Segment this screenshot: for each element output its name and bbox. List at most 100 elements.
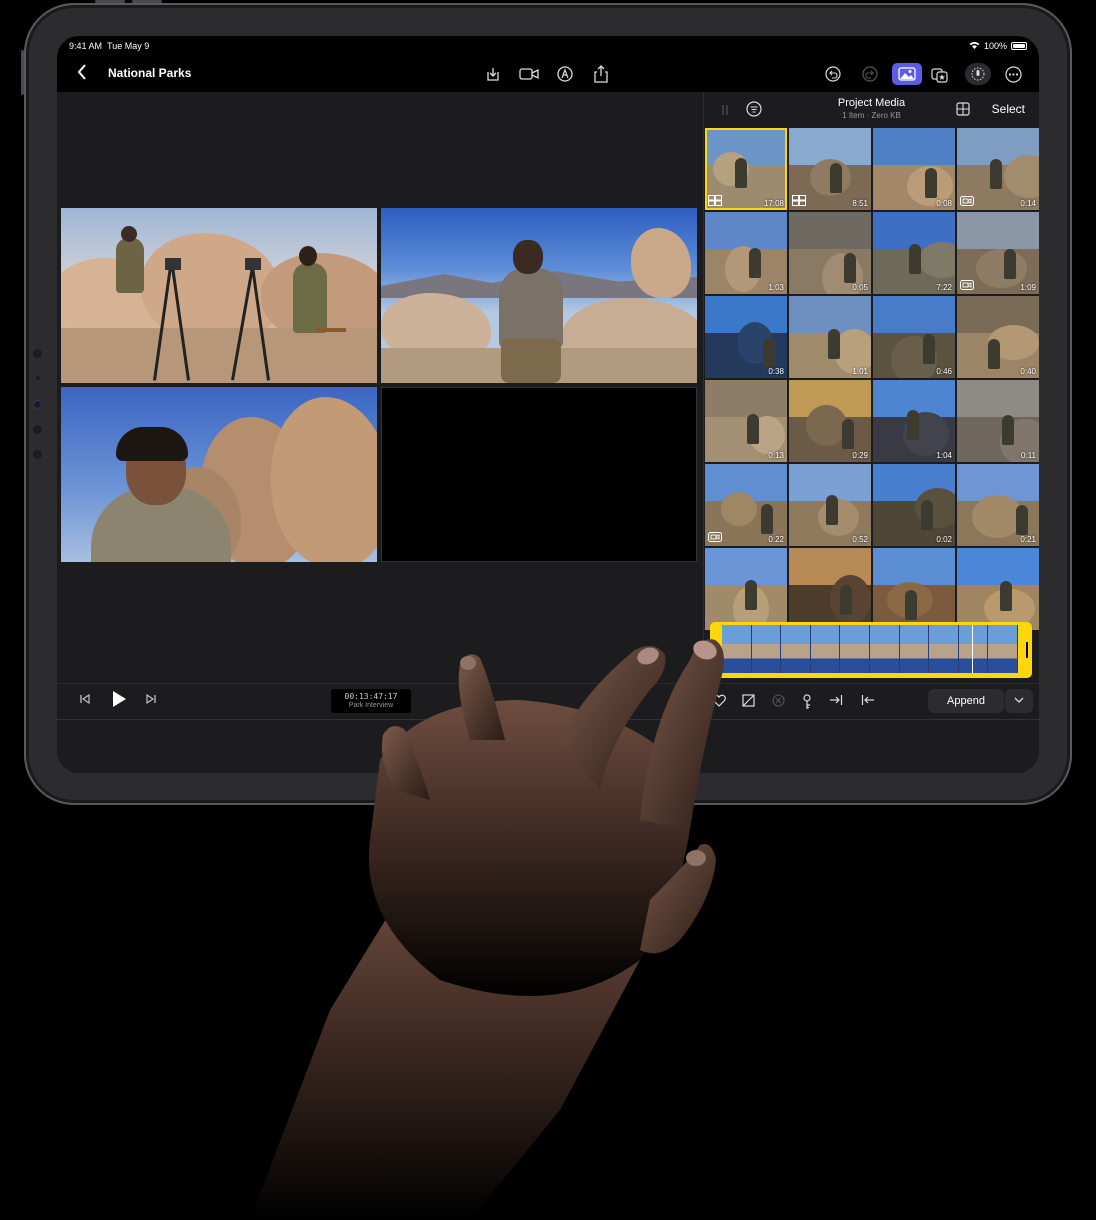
wifi-icon [969,41,980,51]
ipad-screen: 9:41 AM Tue May 9 100% National Parks 00… [57,36,1039,773]
select-button[interactable]: Select [992,102,1025,116]
camera-dot [33,425,42,434]
filmstrip-playhead [972,625,973,673]
insert-right-icon[interactable] [829,694,843,709]
camera-dot [33,349,42,358]
media-thumbnail[interactable]: 0:22 [705,464,787,546]
media-thumbnail[interactable]: 7:22 [873,212,955,294]
multicam-viewer[interactable] [57,92,703,683]
media-thumbnail[interactable] [789,548,871,630]
insert-left-icon[interactable] [861,694,875,709]
media-thumbnail[interactable] [957,548,1039,630]
camera-angle-3[interactable] [61,387,377,562]
video-camera-icon [960,280,974,292]
home-indicator [427,762,607,766]
clip-filmstrip[interactable] [710,622,1032,678]
browser-action-bar: Append [704,683,1039,719]
media-grid: 17:08 8:51 0:08 0:14 1:03 0:05 7:22 1:09 0:38 1:0… [705,128,1039,630]
media-thumbnail[interactable]: 0:40 [957,296,1039,378]
media-thumbnail[interactable] [873,548,955,630]
clip-duration: 0:05 [852,283,868,292]
redo-icon[interactable] [859,63,881,85]
append-options-chevron-icon[interactable] [1005,689,1033,713]
reject-icon[interactable] [742,694,755,710]
media-thumbnail[interactable]: 0:38 [705,296,787,378]
project-media-browser: Project Media 1 Item · Zero KB Select 17… [703,92,1039,719]
clip-duration: 1:01 [852,367,868,376]
filmstrip-frames [722,625,1018,673]
info-icon[interactable] [609,730,621,748]
clip-duration: 0:46 [936,367,952,376]
play-icon[interactable] [111,690,127,711]
status-bar: 9:41 AM Tue May 9 100% [57,36,1039,56]
media-thumbnail[interactable]: 0:13 [705,380,787,462]
media-thumbnail[interactable]: 0:11 [957,380,1039,462]
camera-dot [33,450,42,459]
keyword-icon[interactable] [802,694,812,713]
effects-icon[interactable] [929,63,951,85]
video-camera-icon [708,532,722,544]
power-button [21,50,24,95]
timecode-display: 00:13:47:17 Park Interview [331,689,411,713]
media-thumbnail[interactable]: 1:09 [957,212,1039,294]
media-thumbnail[interactable]: 0:08 [873,128,955,210]
clip-duration: 0:38 [768,367,784,376]
media-thumbnail[interactable] [705,548,787,630]
clip-duration: 0:21 [1020,535,1036,544]
back-chevron-icon[interactable] [77,64,87,85]
media-thumbnail[interactable]: 0:05 [789,212,871,294]
clip-duration: 0:11 [1021,451,1036,460]
media-thumbnail[interactable]: 0:02 [873,464,955,546]
camera-dot [33,400,42,409]
camera-icon[interactable] [518,63,540,85]
clip-duration: 0:13 [768,451,784,460]
timeline-area[interactable] [57,719,1039,773]
media-thumbnail[interactable]: 0:21 [957,464,1039,546]
clip-duration: 0:08 [936,199,952,208]
media-thumbnail[interactable]: 1:04 [873,380,955,462]
project-title: National Parks [108,66,192,80]
camera-angle-1[interactable] [61,208,377,383]
media-thumbnail[interactable]: 0:52 [789,464,871,546]
clip-duration: 0:29 [852,451,868,460]
import-icon[interactable] [482,63,504,85]
grid-view-icon[interactable] [956,102,970,121]
volume-button [132,0,162,3]
markup-icon[interactable] [554,63,576,85]
media-thumbnail[interactable]: 1:01 [789,296,871,378]
media-thumbnail[interactable]: 1:03 [705,212,787,294]
browser-title: Project Media [837,97,906,109]
voiceover-icon[interactable] [965,63,991,85]
timecode-value: 00:13:47:17 [344,692,398,701]
append-button[interactable]: Append [928,689,1004,713]
clip-duration: 1:04 [936,451,952,460]
undo-icon[interactable] [822,63,844,85]
more-icon[interactable] [1002,63,1024,85]
trim-handle[interactable] [1026,642,1028,658]
next-frame-icon[interactable] [145,693,157,708]
navigation-bar: National Parks [57,56,1039,92]
clip-name: Park Interview [348,702,394,709]
browser-subtitle: 1 Item · Zero KB [842,111,901,120]
camera-angle-4-empty[interactable] [381,387,697,562]
media-thumbnail[interactable]: 0:46 [873,296,955,378]
multicam-icon [708,195,722,208]
multicam-icon [792,195,806,208]
clip-duration: 0:14 [1020,199,1036,208]
battery-icon [1011,42,1027,50]
media-thumbnail[interactable]: 0:29 [789,380,871,462]
clip-duration: 17:08 [763,199,784,208]
photos-browser-icon[interactable] [892,63,922,85]
favorite-heart-icon[interactable] [712,694,726,710]
media-thumbnail[interactable]: 17:08 [705,128,787,210]
clip-duration: 0:02 [936,535,952,544]
media-thumbnail[interactable]: 8:51 [789,128,871,210]
media-thumbnail[interactable]: 0:14 [957,128,1039,210]
camera-angle-2[interactable] [381,208,697,383]
previous-frame-icon[interactable] [79,693,91,708]
clip-duration: 0:22 [768,535,784,544]
browser-header: Project Media 1 Item · Zero KB Select [704,92,1039,126]
share-icon[interactable] [590,63,612,85]
clip-duration: 8:51 [852,199,868,208]
video-camera-icon [960,196,974,208]
